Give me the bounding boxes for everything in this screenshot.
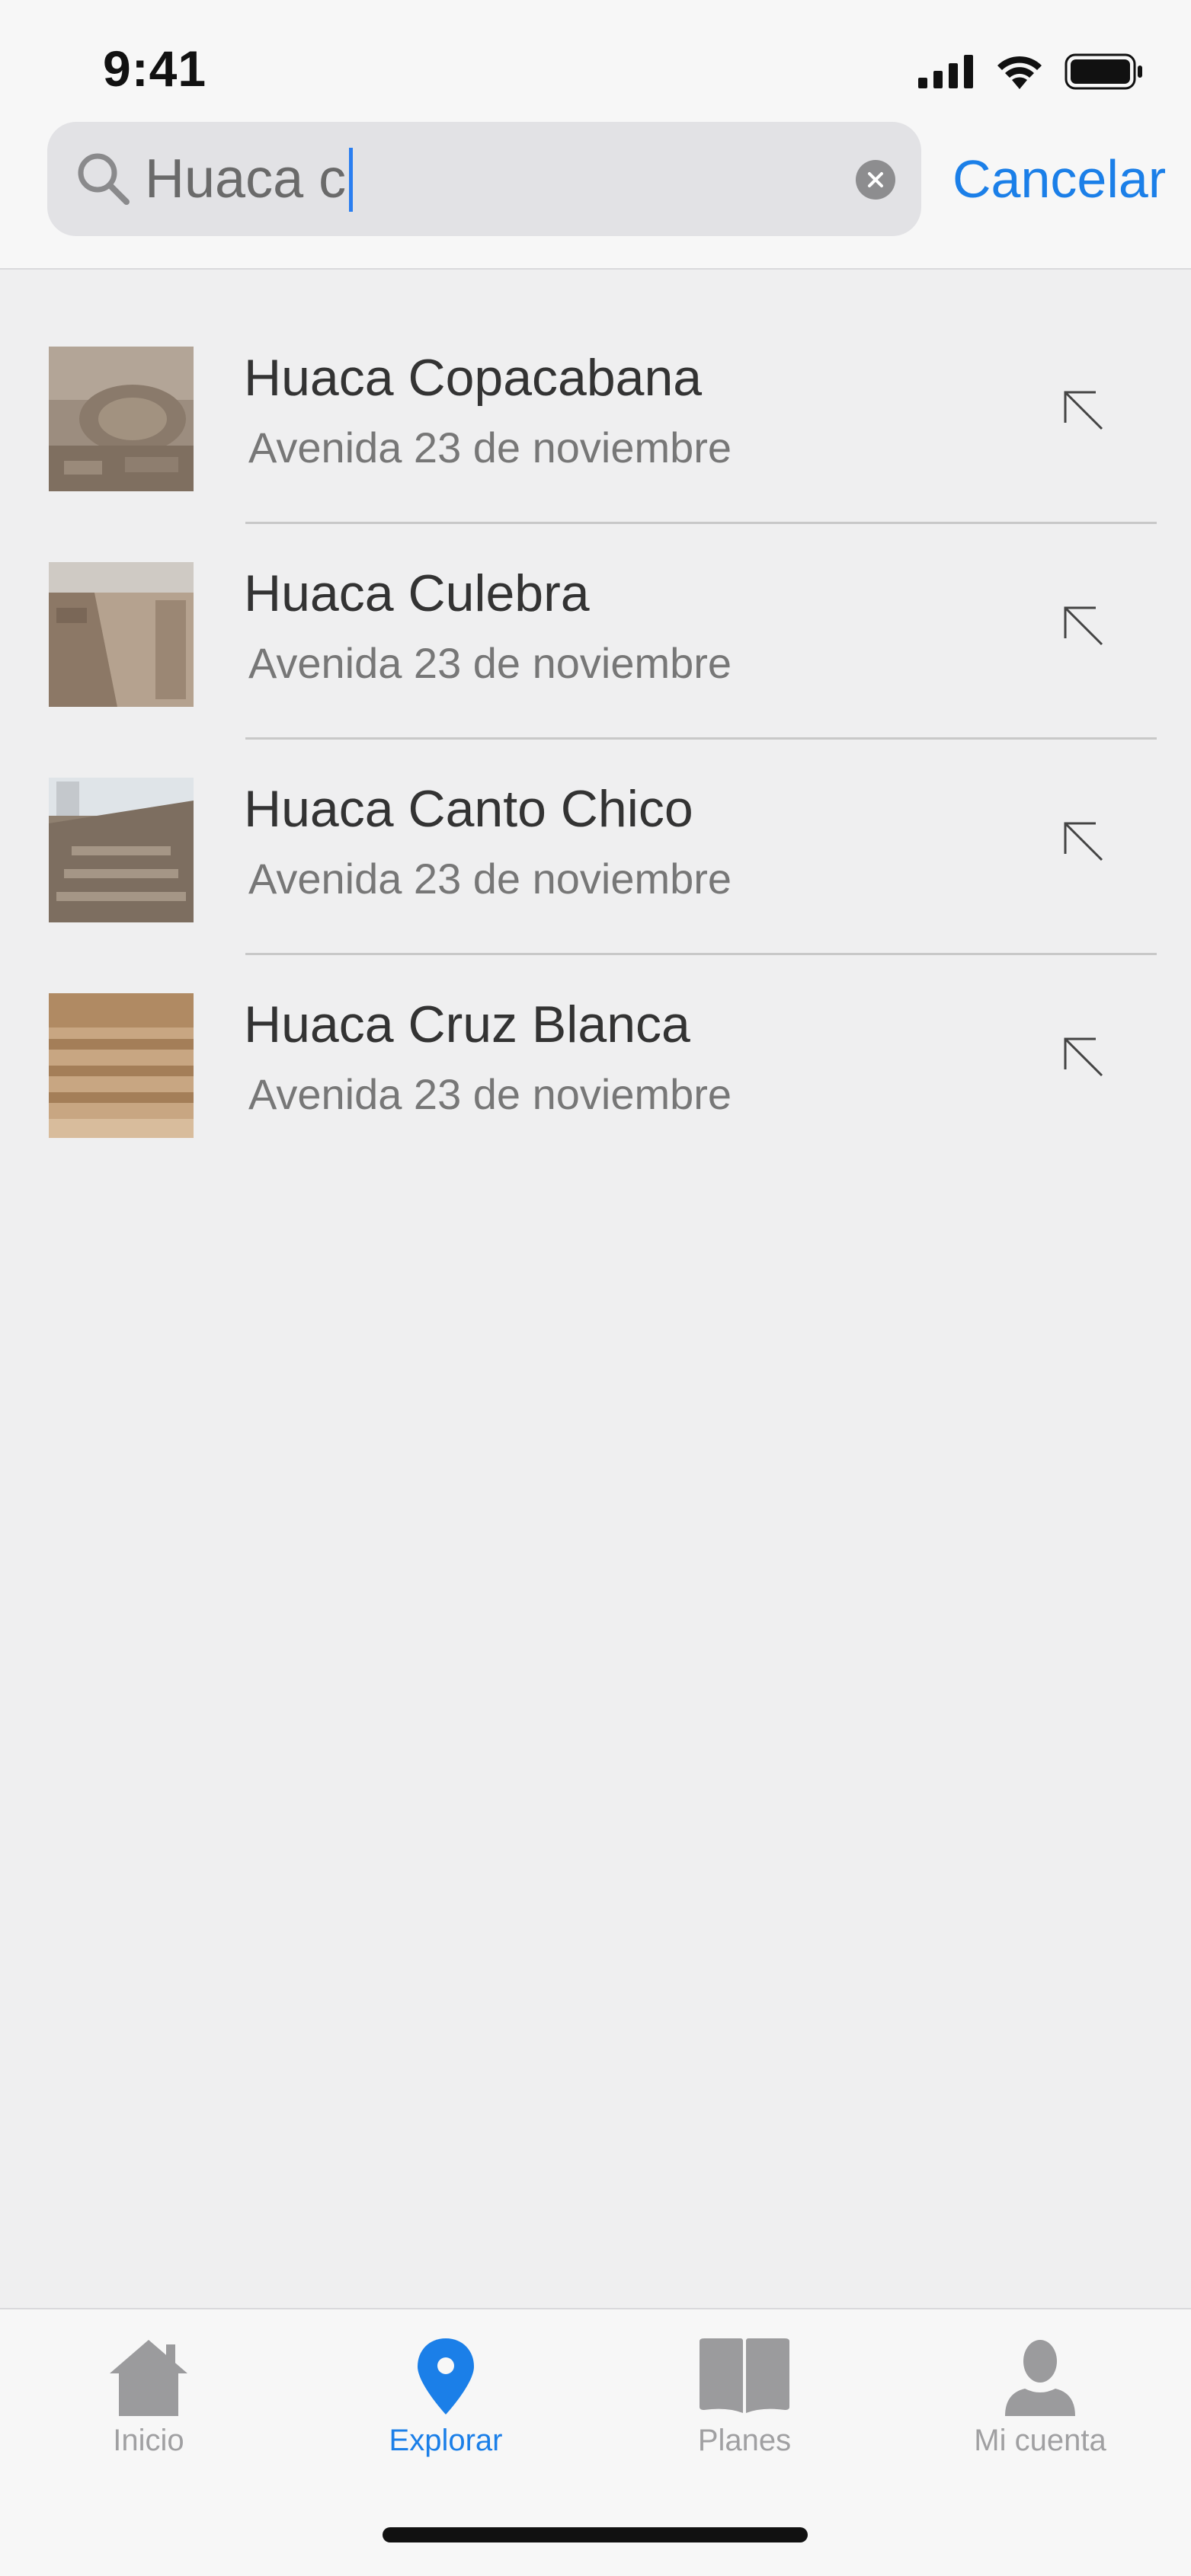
item-title: Huaca Copacabana [244, 349, 703, 407]
wifi-icon [997, 56, 1042, 89]
thumbnail-image [49, 778, 194, 922]
search-header: 9:41 Huaca c Cancelar [0, 0, 1191, 270]
tab-label: Mi cuenta [974, 2424, 1106, 2457]
item-subtitle: Avenida 23 de noviembre [248, 423, 732, 471]
item-title: Huaca Culebra [244, 564, 590, 622]
arrow-up-left-icon[interactable] [1058, 816, 1111, 869]
person-icon [1005, 2340, 1075, 2416]
arrow-up-left-icon[interactable] [1058, 1031, 1111, 1085]
list-item[interactable]: Huaca Canto Chico Avenida 23 de noviembr… [0, 740, 1191, 955]
search-icon [78, 153, 130, 205]
item-subtitle: Avenida 23 de noviembre [248, 639, 732, 687]
clear-search-button[interactable] [856, 160, 895, 200]
search-input[interactable]: Huaca c [145, 122, 354, 236]
tab-planes[interactable]: Planes [630, 2337, 859, 2482]
home-indicator[interactable] [383, 2527, 808, 2542]
text-cursor [349, 147, 354, 212]
thumbnail-image [49, 347, 194, 491]
search-query-text: Huaca c [145, 149, 347, 209]
location-pin-icon [418, 2338, 474, 2415]
search-field[interactable]: Huaca c [47, 122, 921, 236]
status-time: 9:41 [103, 40, 207, 97]
list-item[interactable]: Huaca Copacabana Avenida 23 de noviembre [0, 308, 1191, 524]
tab-label: Inicio [113, 2424, 184, 2457]
cancel-button[interactable]: Cancelar [952, 122, 1166, 236]
signal-icon [918, 55, 973, 88]
list-item[interactable]: Huaca Cruz Blanca Avenida 23 de noviembr… [0, 955, 1191, 1171]
tab-label: Planes [697, 2424, 792, 2457]
arrow-up-left-icon[interactable] [1058, 600, 1111, 654]
tab-mi-cuenta[interactable]: Mi cuenta [926, 2337, 1154, 2482]
thumbnail-image [49, 562, 194, 707]
book-icon [700, 2338, 789, 2413]
tab-explorar[interactable]: Explorar [331, 2337, 560, 2482]
status-bar: 9:41 [0, 0, 1191, 114]
close-icon [868, 172, 883, 187]
arrow-up-left-icon[interactable] [1058, 385, 1111, 438]
search-results-list: Huaca Copacabana Avenida 23 de noviembre… [0, 308, 1191, 1171]
item-title: Huaca Canto Chico [244, 780, 693, 838]
tab-label: Explorar [389, 2424, 503, 2457]
list-item[interactable]: Huaca Culebra Avenida 23 de noviembre [0, 524, 1191, 740]
item-title: Huaca Cruz Blanca [244, 996, 690, 1053]
battery-icon [1065, 53, 1142, 90]
item-subtitle: Avenida 23 de noviembre [248, 855, 732, 903]
home-icon [110, 2340, 187, 2416]
item-subtitle: Avenida 23 de noviembre [248, 1070, 732, 1118]
status-icons [918, 53, 1144, 90]
tab-inicio[interactable]: Inicio [34, 2337, 263, 2482]
thumbnail-image [49, 993, 194, 1138]
